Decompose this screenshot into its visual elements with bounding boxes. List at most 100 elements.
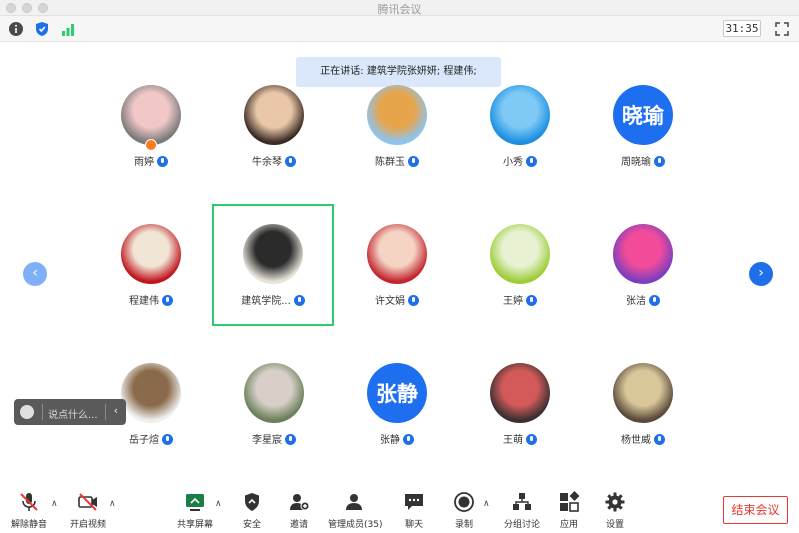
security-shield-icon <box>245 493 259 511</box>
participant-tile[interactable]: 牛余琴 <box>214 85 334 205</box>
security-button[interactable]: 安全 <box>240 491 264 531</box>
chat-placeholder[interactable]: 说点什么... <box>48 406 98 421</box>
breakout-rooms-icon <box>513 493 531 510</box>
participant-tile[interactable]: 张洁 <box>583 224 703 344</box>
participant-name: 张洁 <box>626 296 646 307</box>
shield-icon[interactable] <box>34 21 50 37</box>
participant-name: 小秀 <box>503 157 523 168</box>
invite-button[interactable]: 邀请 <box>287 491 311 531</box>
info-icon[interactable] <box>8 21 24 37</box>
video-options-chevron-icon[interactable]: ∧ <box>109 499 116 509</box>
collapse-chevron-icon[interactable]: ‹ <box>114 404 118 417</box>
meeting-window: 腾讯会议 31:35 正在讲话: 建筑学院张妍妍; 程建伟; 雨婷 牛余琴 陈群玉 小… <box>0 0 799 533</box>
participant-name: 杨世威 <box>621 435 651 446</box>
participant-name: 岳子煊 <box>129 435 159 446</box>
breakout-rooms-button[interactable]: 分组讨论 <box>503 491 541 531</box>
participant-name: 陈群玉 <box>375 157 405 168</box>
participant-tile[interactable]: 程建伟 <box>91 224 211 344</box>
mic-icon <box>649 295 660 306</box>
invite-label: 邀请 <box>289 520 308 530</box>
share-options-chevron-icon[interactable]: ∧ <box>215 499 222 509</box>
divider <box>105 404 106 420</box>
mic-icon <box>526 156 537 167</box>
video-off-icon <box>78 493 97 511</box>
participant-name: 许文娟 <box>375 296 405 307</box>
participant-name-row: 杨世威 <box>583 431 703 446</box>
participant-tile[interactable]: 杨世威 <box>583 363 703 483</box>
mic-icon <box>157 156 168 167</box>
participant-tile[interactable]: 李星宸 <box>214 363 334 483</box>
participant-name-row: 建筑学院... <box>214 292 332 307</box>
security-label: 安全 <box>242 520 261 530</box>
next-page-button[interactable]: › <box>749 262 773 286</box>
participant-tile[interactable]: 晓瑜 周晓瑜 <box>583 85 703 205</box>
avatar <box>244 363 304 423</box>
participant-tile[interactable]: 建筑学院... <box>212 204 334 326</box>
chat-button[interactable]: 聊天 <box>402 491 426 531</box>
participant-name-row: 王婷 <box>460 292 580 307</box>
add-user-icon <box>290 494 310 511</box>
speaking-indicator: 正在讲话: 建筑学院张妍妍; 程建伟; <box>296 57 501 87</box>
bottom-toolbar: 解除静音 ∧ 开启视频 ∧ 共享屏幕 ∧ 安全 邀请 管理成员(35) 聊天 录… <box>0 483 799 533</box>
mic-icon <box>526 295 537 306</box>
participant-name-row: 张静 <box>337 431 457 446</box>
meeting-timer: 31:35 <box>723 20 761 37</box>
participant-name: 王萌 <box>503 435 523 446</box>
participant-tile[interactable]: 小秀 <box>460 85 580 205</box>
record-options-chevron-icon[interactable]: ∧ <box>483 499 490 509</box>
unmute-button[interactable]: 解除静音 <box>8 491 50 531</box>
fullscreen-icon[interactable] <box>774 21 790 37</box>
end-meeting-button[interactable]: 结束会议 <box>723 496 788 524</box>
unmute-label: 解除静音 <box>10 520 47 530</box>
audio-options-chevron-icon[interactable]: ∧ <box>51 499 58 509</box>
window-title: 腾讯会议 <box>377 3 422 16</box>
participant-tile[interactable]: 许文娟 <box>337 224 457 344</box>
participant-name-row: 雨婷 <box>91 153 211 168</box>
quick-chat-popup[interactable]: 说点什么... ‹ <box>14 399 126 425</box>
apps-icon <box>560 491 580 512</box>
avatar <box>490 363 550 423</box>
avatar <box>490 85 550 145</box>
participant-name-row: 陈群玉 <box>337 153 457 168</box>
participant-name-row: 小秀 <box>460 153 580 168</box>
title-bar: 腾讯会议 <box>0 0 799 16</box>
chat-label: 聊天 <box>404 520 423 530</box>
participant-name: 建筑学院... <box>241 296 291 307</box>
settings-button[interactable]: 设置 <box>603 491 627 531</box>
settings-label: 设置 <box>605 520 624 530</box>
participant-tile[interactable]: 雨婷 <box>91 85 211 205</box>
signal-strength-icon[interactable] <box>60 21 76 37</box>
avatar <box>121 363 181 423</box>
participant-tile[interactable]: 王婷 <box>460 224 580 344</box>
apps-label: 应用 <box>559 520 578 530</box>
mic-icon <box>654 434 665 445</box>
gear-icon <box>605 492 625 512</box>
participant-name-row: 程建伟 <box>91 292 211 307</box>
participant-name: 牛余琴 <box>252 157 282 168</box>
share-screen-button[interactable]: 共享屏幕 <box>176 491 214 531</box>
start-video-label: 开启视频 <box>69 520 106 530</box>
record-button[interactable]: 录制 <box>452 491 476 531</box>
mic-icon <box>654 156 665 167</box>
avatar <box>613 363 673 423</box>
participant-tile[interactable]: 陈群玉 <box>337 85 457 205</box>
manage-members-button[interactable]: 管理成员(35) <box>328 491 382 531</box>
participant-name: 李星宸 <box>252 435 282 446</box>
participant-tile[interactable]: 张静 张静 <box>337 363 457 483</box>
participant-name: 雨婷 <box>134 157 154 168</box>
participant-name-row: 牛余琴 <box>214 153 334 168</box>
avatar <box>244 85 304 145</box>
participant-name: 周晓瑜 <box>621 157 651 168</box>
previous-page-button[interactable]: ‹ <box>23 262 47 286</box>
mic-icon <box>162 295 173 306</box>
apps-button[interactable]: 应用 <box>557 491 581 531</box>
participant-name-row: 岳子煊 <box>91 431 211 446</box>
emoji-icon[interactable] <box>20 405 34 419</box>
top-toolbar: 31:35 <box>0 16 799 42</box>
start-video-button[interactable]: 开启视频 <box>68 491 108 531</box>
mic-icon <box>526 434 537 445</box>
participant-name-row: 张洁 <box>583 292 703 307</box>
participant-tile[interactable]: 王萌 <box>460 363 580 483</box>
divider <box>42 404 43 420</box>
avatar <box>121 85 181 145</box>
